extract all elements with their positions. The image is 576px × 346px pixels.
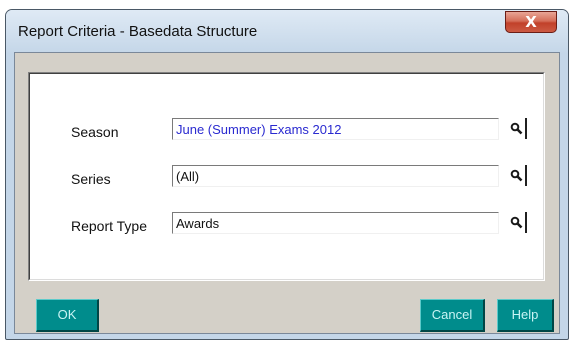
series-label: Series [71, 171, 111, 187]
criteria-group: Season Series Report Type [28, 72, 545, 281]
dialog-client-area: Season Series Report Type [14, 52, 560, 334]
series-field[interactable] [172, 165, 499, 187]
season-lookup-button[interactable] [508, 118, 527, 139]
criteria-group-inner: Season Series Report Type [29, 73, 544, 280]
report-type-lookup-button[interactable] [508, 212, 527, 233]
title-bar[interactable]: Report Criteria - Basedata Structure X [6, 10, 568, 54]
close-button[interactable]: X [505, 11, 557, 33]
dialog-window: Report Criteria - Basedata Structure X S… [5, 9, 569, 340]
cancel-button[interactable]: Cancel [420, 299, 485, 332]
window-title: Report Criteria - Basedata Structure [18, 23, 258, 40]
season-label: Season [71, 124, 119, 140]
report-type-label: Report Type [71, 218, 148, 234]
magnifier-icon [510, 122, 523, 135]
ok-button[interactable]: OK [36, 299, 99, 332]
series-lookup-button[interactable] [508, 165, 527, 186]
help-button[interactable]: Help [497, 299, 554, 332]
season-field[interactable] [172, 118, 499, 140]
close-icon: X [525, 13, 537, 31]
magnifier-icon [510, 169, 523, 182]
magnifier-icon [510, 216, 523, 229]
report-type-field[interactable] [172, 212, 499, 234]
